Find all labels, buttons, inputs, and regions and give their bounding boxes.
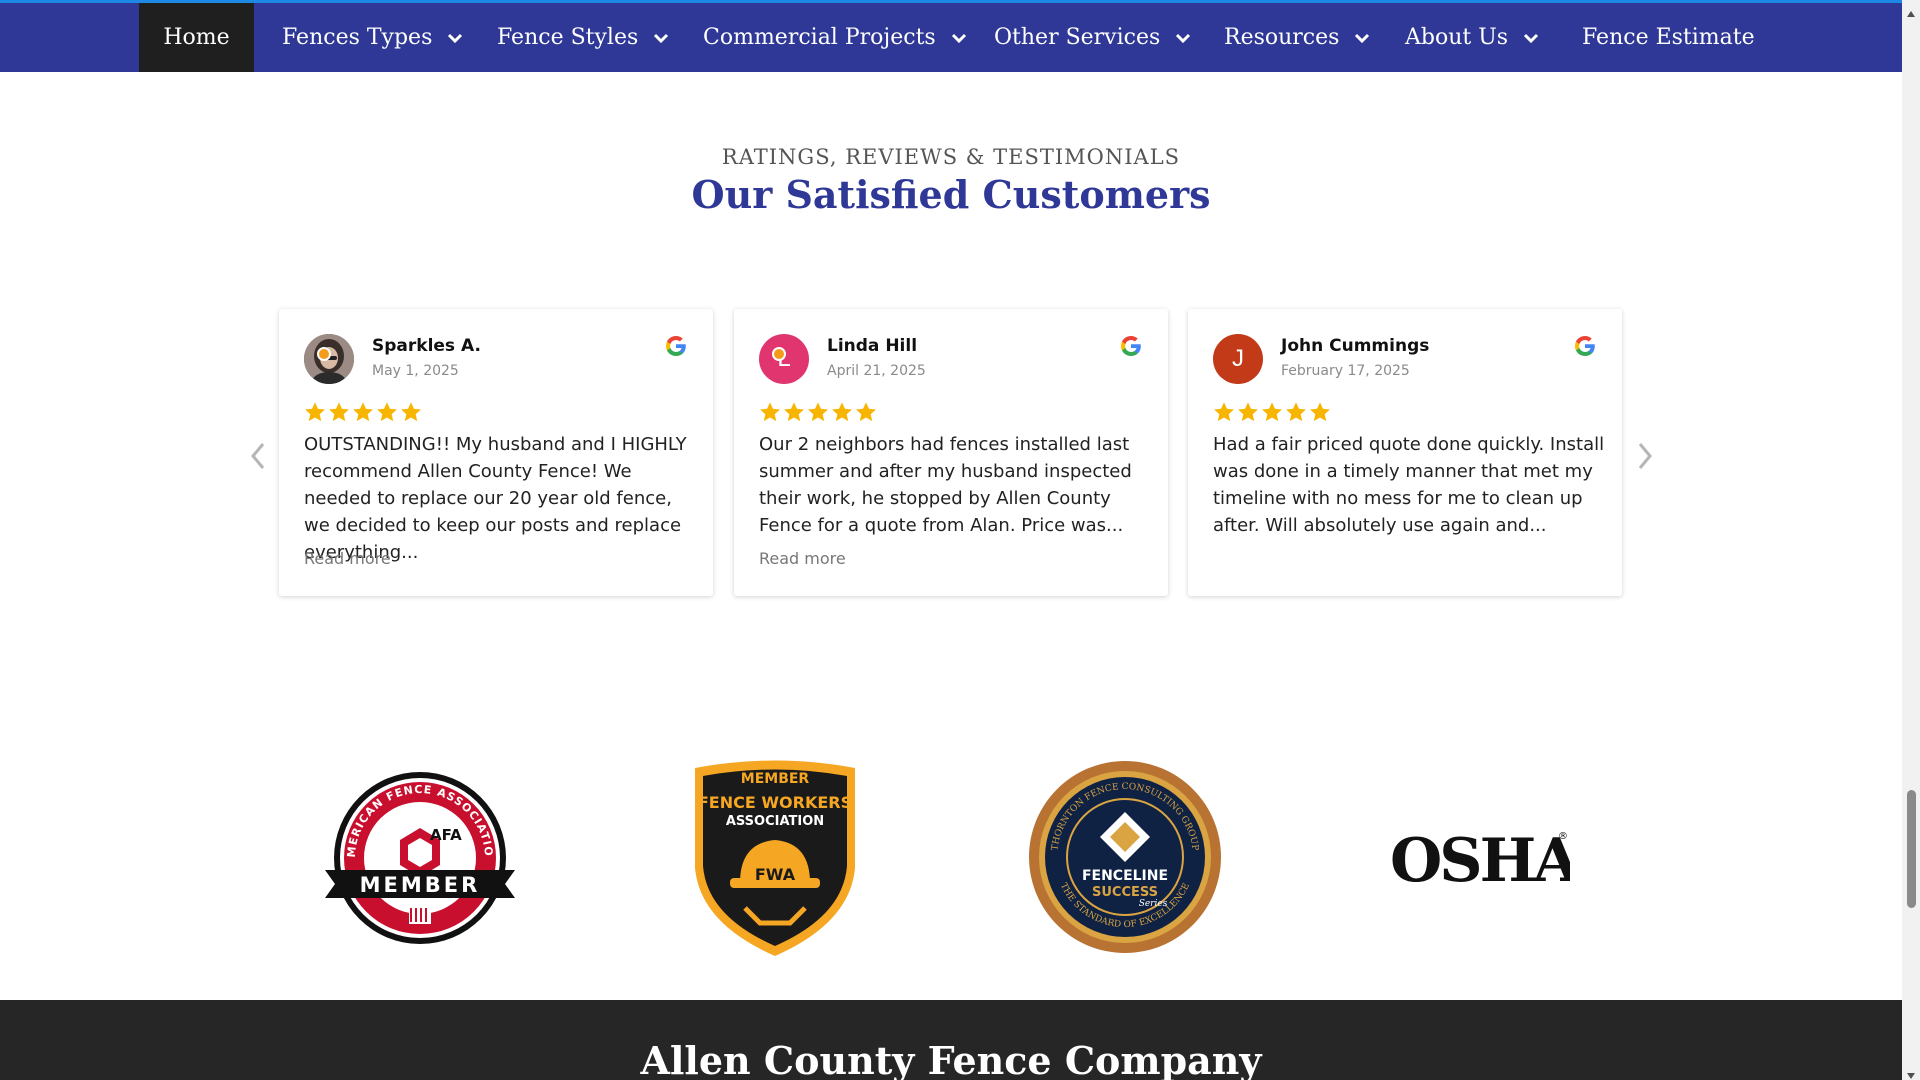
star-rating [759,401,877,423]
afa-banner-text: MEMBER [360,873,481,897]
star-rating [1213,401,1331,423]
footer-title: Allen County Fence Company [640,1038,1262,1080]
section-heading: Our Satisfied Customers [691,172,1211,217]
nav-item-about-us[interactable]: About Us [1405,3,1540,72]
chevron-down-icon [1353,29,1371,47]
star-icon [807,401,829,423]
nav-item-label: Fences Types [282,25,433,50]
carousel-next-button[interactable] [1630,436,1660,476]
afa-member-badge: AMERICAN FENCE ASSOCIATION AFA MEMBER [325,770,515,945]
google-icon [664,334,688,358]
review-date: April 21, 2025 [827,363,926,379]
fwa-logo-text: FWA [755,865,796,884]
star-icon [1309,401,1331,423]
nav-item-fence-styles[interactable]: Fence Styles [497,3,670,72]
avatar: L [759,334,809,384]
nav-item-resources[interactable]: Resources [1224,3,1371,72]
nav-item-fences-types[interactable]: Fences Types [282,3,464,72]
svg-text:®: ® [1558,831,1568,842]
star-icon [328,401,350,423]
chevron-right-icon [1638,443,1652,469]
nav-item-home[interactable]: Home [139,3,254,72]
nav-item-commercial-projects[interactable]: Commercial Projects [703,3,968,72]
scroll-up-arrow-icon[interactable] [1906,4,1916,17]
user-photo-icon [304,334,354,384]
scrollbar-thumb[interactable] [1907,790,1916,908]
section-eyebrow: RATINGS, REVIEWS & TESTIMONIALS [721,145,1181,169]
review-card: J John Cummings February 17, 2025 Had a … [1188,309,1622,596]
scroll-down-arrow-icon[interactable] [1906,1066,1916,1079]
nav-item-label: Home [163,25,230,50]
fenceline-script-text: Series [1139,899,1168,909]
star-icon [304,401,326,423]
google-icon [1119,334,1143,358]
nav-item-label: Fence Styles [497,25,639,50]
avatar: J [1213,334,1263,384]
fwa-top-text: MEMBER [741,771,810,787]
chevron-left-icon [251,443,265,469]
review-text: OUTSTANDING!! My husband and I HIGHLY re… [304,434,687,563]
star-rating [304,401,422,423]
fenceline-line1-text: FENCELINE [1082,868,1168,884]
reviewer-name: Linda Hill [827,336,918,356]
reviewer-name: John Cummings [1281,336,1430,356]
read-more-link[interactable]: Read more [304,549,391,568]
carousel-prev-button[interactable] [243,436,273,476]
chevron-down-icon [1522,29,1540,47]
chevron-down-icon [950,29,968,47]
nav-item-label: Commercial Projects [703,25,936,50]
chevron-down-icon [446,29,464,47]
star-icon [352,401,374,423]
review-text: Had a fair priced quote done quickly. In… [1213,434,1605,536]
nav-item-other-services[interactable]: Other Services [994,3,1192,72]
avatar [304,334,354,384]
nav-item-label: Fence Estimate [1582,25,1755,50]
afa-logo-text: AFA [430,826,462,844]
nav-item-label: About Us [1405,25,1509,50]
google-icon [1573,334,1597,358]
fwa-member-badge: MEMBER FENCE WORKERS ASSOCIATION FWA [685,758,865,958]
chevron-down-icon [1174,29,1192,47]
fwa-line1-text: FENCE WORKERS [698,793,852,812]
star-icon [376,401,398,423]
read-more-link[interactable]: Read more [759,549,846,568]
nav-item-fence-estimate[interactable]: Fence Estimate [1582,3,1755,72]
review-date: February 17, 2025 [1281,363,1410,379]
star-icon [1213,401,1235,423]
osha-logo: OSHA ® [1390,825,1570,890]
review-text: Our 2 neighbors had fences installed las… [759,434,1132,536]
star-icon [1237,401,1259,423]
star-icon [1261,401,1283,423]
page-scrollbar[interactable] [1902,0,1920,1080]
avatar-badge-icon [772,347,786,361]
review-card: L Linda Hill April 21, 2025 Our 2 neighb… [734,309,1168,596]
chevron-down-icon [652,29,670,47]
reviewer-name: Sparkles A. [372,336,481,356]
avatar-badge-icon [317,347,331,361]
star-icon [759,401,781,423]
fenceline-line2-text: SUCCESS [1092,885,1158,900]
site-footer: Allen County Fence Company [0,1000,1902,1080]
nav-item-label: Resources [1224,25,1340,50]
osha-logo-text: OSHA [1390,826,1570,890]
star-icon [400,401,422,423]
star-icon [783,401,805,423]
fwa-line2-text: ASSOCIATION [726,814,824,829]
nav-item-label: Other Services [994,25,1161,50]
review-date: May 1, 2025 [372,363,459,379]
main-nav: Home Fences Types Fence Styles Commercia… [0,3,1902,72]
star-icon [831,401,853,423]
star-icon [1285,401,1307,423]
review-card: Sparkles A. May 1, 2025 OUTSTANDING!! My… [279,309,713,596]
star-icon [855,401,877,423]
fenceline-success-badge: THORNTON FENCE CONSULTING GROUP THE STAN… [1025,760,1225,955]
